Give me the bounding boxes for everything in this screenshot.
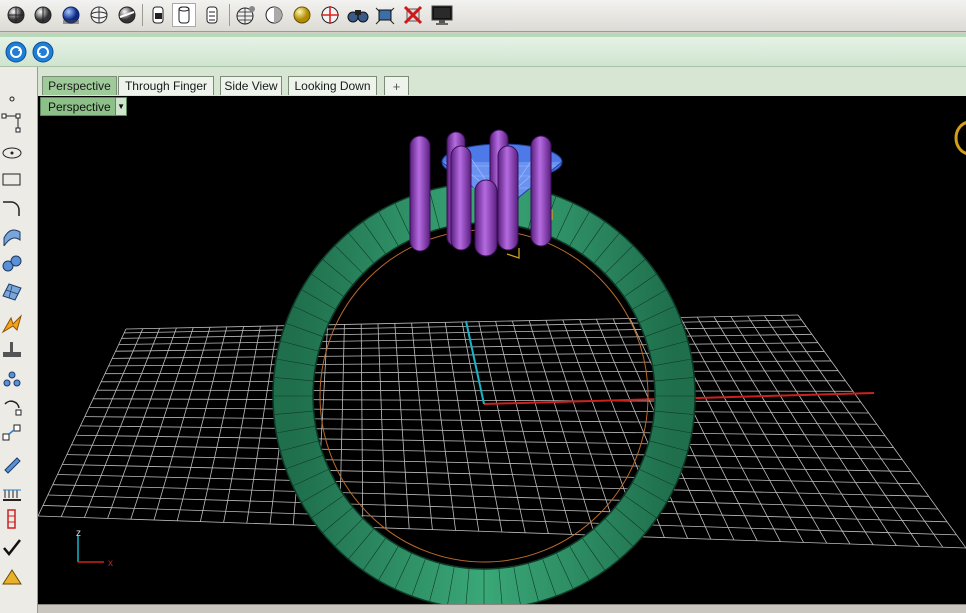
axis-z-label: z — [76, 528, 81, 539]
rotate-tool-icon[interactable] — [0, 395, 24, 419]
construction-grid — [38, 314, 966, 549]
point-tool-icon[interactable] — [0, 85, 24, 109]
chevron-down-icon[interactable]: ▼ — [115, 98, 126, 115]
light-sphere-icon[interactable] — [290, 3, 314, 27]
half-shaded-sphere-icon[interactable] — [262, 3, 286, 27]
lock-object-icon[interactable] — [146, 3, 170, 27]
tab-through-finger[interactable]: Through Finger — [118, 76, 214, 95]
viewport-title-label: Perspective — [48, 99, 111, 114]
points-cloud-icon[interactable] — [0, 367, 24, 391]
arc-tool-icon[interactable] — [0, 195, 24, 219]
wireframe-sphere-icon[interactable] — [4, 3, 28, 27]
prong — [450, 145, 472, 251]
camera-icon[interactable] — [373, 3, 397, 27]
surface-tool-icon[interactable] — [0, 223, 24, 247]
close-red-icon[interactable] — [401, 3, 425, 27]
dimension-tool-icon[interactable] — [0, 337, 24, 361]
viewport-title[interactable]: Perspective ▼ — [40, 97, 127, 116]
toolbar-divider — [142, 4, 143, 26]
ellipse-tool-icon[interactable] — [0, 139, 24, 163]
sync-view-icon[interactable] — [32, 41, 54, 63]
toolbar-divider — [229, 4, 230, 26]
prong — [497, 145, 519, 251]
add-tab-button[interactable]: + — [384, 76, 409, 95]
array-tool-icon[interactable] — [0, 481, 24, 505]
binoculars-icon[interactable] — [346, 3, 370, 27]
grid-sphere-icon[interactable] — [234, 3, 258, 27]
transform-tool-icon[interactable] — [0, 421, 24, 445]
prong — [474, 179, 498, 257]
scene-canvas: z x — [38, 121, 966, 604]
rhino-jewelry-window: Perspective Through Finger Side View Loo… — [0, 0, 966, 613]
viewport-tab-bar: Perspective Through Finger Side View Loo… — [38, 67, 966, 96]
mesh-tool-icon[interactable] — [0, 279, 24, 303]
axis-triad: z x — [76, 528, 113, 569]
edit-tool-icon[interactable] — [0, 451, 24, 475]
secondary-toolbar — [0, 37, 966, 67]
gold-ring-fragment — [954, 121, 966, 155]
axis-x-label: x — [108, 558, 113, 569]
show-object-icon[interactable] — [172, 3, 196, 27]
analyze-tool-icon[interactable] — [0, 507, 24, 531]
perspective-viewport[interactable]: z x — [38, 96, 966, 604]
left-tool-palette — [0, 67, 38, 613]
refresh-view-icon[interactable] — [5, 41, 27, 63]
prong — [530, 135, 552, 247]
shaded-sphere-icon[interactable] — [31, 3, 55, 27]
prong — [409, 135, 431, 252]
tab-perspective[interactable]: Perspective — [42, 76, 117, 95]
display-toolbar — [0, 0, 966, 32]
tab-side-view[interactable]: Side View — [220, 76, 282, 95]
solid-spheres-icon[interactable] — [0, 251, 24, 275]
monitor-icon[interactable] — [430, 3, 454, 27]
polyline-tool-icon[interactable] — [0, 111, 24, 135]
xray-sphere-icon[interactable] — [115, 3, 139, 27]
tab-looking-down[interactable]: Looking Down — [288, 76, 377, 95]
hide-object-icon[interactable] — [200, 3, 224, 27]
target-sphere-icon[interactable] — [318, 3, 342, 27]
explode-tool-icon[interactable] — [0, 311, 24, 335]
rectangle-tool-icon[interactable] — [0, 167, 24, 191]
render-tool-icon[interactable] — [0, 565, 24, 589]
status-strip — [38, 604, 966, 613]
check-tool-icon[interactable] — [0, 535, 24, 559]
ghosted-sphere-icon[interactable] — [87, 3, 111, 27]
rendered-sphere-icon[interactable] — [59, 3, 83, 27]
